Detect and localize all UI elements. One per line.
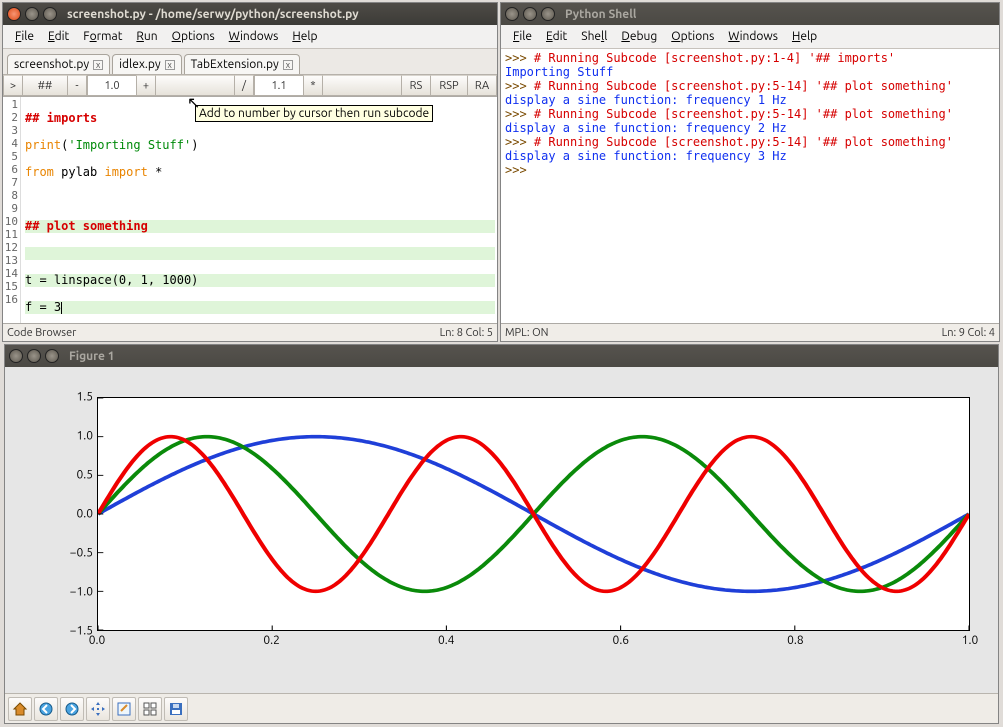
spacer bbox=[322, 75, 402, 96]
menu-help[interactable]: Help bbox=[786, 28, 823, 45]
rsp-button[interactable]: RSP bbox=[430, 75, 468, 96]
close-icon[interactable] bbox=[505, 7, 519, 21]
tab-screenshot[interactable]: screenshot.pyx bbox=[7, 54, 110, 74]
maximize-icon[interactable] bbox=[45, 349, 59, 363]
pan-icon[interactable] bbox=[86, 697, 110, 721]
back-icon[interactable] bbox=[34, 697, 58, 721]
tab-close-icon[interactable]: x bbox=[93, 60, 103, 70]
menu-shell[interactable]: Shell bbox=[575, 28, 613, 45]
code-editor[interactable]: 12345678910111213141516 ## imports print… bbox=[3, 97, 497, 323]
menu-debug[interactable]: Debug bbox=[615, 28, 663, 45]
tab-tabextension[interactable]: TabExtension.pyx bbox=[184, 54, 300, 74]
code-area[interactable]: ## imports print('Importing Stuff') from… bbox=[21, 97, 497, 323]
menu-options[interactable]: Options bbox=[166, 28, 221, 45]
hash-button[interactable]: ## bbox=[22, 75, 68, 96]
editor-menubar: File Edit Format Run Options Windows Hel… bbox=[3, 25, 497, 49]
save-icon[interactable] bbox=[164, 697, 188, 721]
minimize-icon[interactable] bbox=[523, 7, 537, 21]
mouse-cursor-icon: ↖ bbox=[187, 93, 200, 112]
menu-file[interactable]: File bbox=[507, 28, 538, 45]
subplots-icon[interactable] bbox=[138, 697, 162, 721]
editor-title: screenshot.py - /home/serwy/python/scree… bbox=[67, 8, 359, 21]
menu-file[interactable]: File bbox=[9, 28, 40, 45]
menu-options[interactable]: Options bbox=[665, 28, 720, 45]
figure-window: Figure 1 1.51.00.50.0−0.5−1.0−1.50.00.20… bbox=[4, 344, 999, 724]
figure-toolbar bbox=[5, 693, 998, 723]
menu-windows[interactable]: Windows bbox=[223, 28, 285, 45]
y-tick: −0.5 bbox=[57, 547, 93, 560]
x-tick: 0.0 bbox=[89, 634, 106, 647]
menu-run[interactable]: Run bbox=[130, 28, 163, 45]
shell-titlebar[interactable]: Python Shell bbox=[501, 3, 999, 25]
maximize-icon[interactable] bbox=[541, 7, 555, 21]
maximize-icon[interactable] bbox=[43, 7, 57, 21]
x-tick: 0.4 bbox=[438, 634, 455, 647]
step-input[interactable]: 1.1 bbox=[254, 75, 304, 96]
figure-title: Figure 1 bbox=[69, 350, 115, 363]
shell-statusbar: MPL: ON Ln: 9 Col: 4 bbox=[501, 323, 999, 341]
x-tick: 0.6 bbox=[613, 634, 630, 647]
y-tick: 1.5 bbox=[57, 391, 93, 404]
x-tick: 0.2 bbox=[263, 634, 280, 647]
menu-edit[interactable]: Edit bbox=[42, 28, 75, 45]
tab-close-icon[interactable]: x bbox=[165, 60, 175, 70]
shell-menubar: File Edit Shell Debug Options Windows He… bbox=[501, 25, 999, 49]
status-left: MPL: ON bbox=[505, 327, 549, 339]
y-tick: 0.5 bbox=[57, 469, 93, 482]
y-tick: −1.5 bbox=[57, 625, 93, 638]
status-right: Ln: 8 Col: 5 bbox=[440, 327, 493, 339]
editor-tabbar: screenshot.pyx idlex.pyx TabExtension.py… bbox=[3, 49, 497, 75]
menu-help[interactable]: Help bbox=[286, 28, 323, 45]
value-input[interactable]: 1.0 bbox=[87, 75, 137, 96]
decrement-button[interactable]: - bbox=[67, 75, 87, 96]
multiply-button[interactable]: * bbox=[303, 75, 323, 96]
tab-idlex[interactable]: idlex.pyx bbox=[112, 54, 182, 74]
shell-output[interactable]: >>> # Running Subcode [screenshot.py:1-4… bbox=[501, 49, 999, 323]
close-icon[interactable] bbox=[7, 7, 21, 21]
y-tick: 0.0 bbox=[57, 508, 93, 521]
editor-statusbar: Code Browser Ln: 8 Col: 5 bbox=[3, 323, 497, 341]
divide-button[interactable]: / bbox=[234, 75, 254, 96]
zoom-icon[interactable] bbox=[112, 697, 136, 721]
x-tick: 1.0 bbox=[962, 634, 979, 647]
home-icon[interactable] bbox=[8, 697, 32, 721]
close-icon[interactable] bbox=[9, 349, 23, 363]
plot-axes bbox=[97, 397, 970, 631]
status-left: Code Browser bbox=[7, 327, 76, 339]
forward-icon[interactable] bbox=[60, 697, 84, 721]
run-next-button[interactable]: > bbox=[3, 75, 23, 96]
y-tick: −1.0 bbox=[57, 586, 93, 599]
plot-canvas bbox=[98, 398, 969, 630]
y-tick: 1.0 bbox=[57, 430, 93, 443]
plot-area: 1.51.00.50.0−0.5−1.0−1.50.00.20.40.60.81… bbox=[5, 367, 998, 693]
line-gutter: 12345678910111213141516 bbox=[3, 97, 21, 323]
tooltip: Add to number by cursor then run subcode bbox=[195, 105, 433, 122]
editor-titlebar[interactable]: screenshot.py - /home/serwy/python/scree… bbox=[3, 3, 497, 25]
tab-close-icon[interactable]: x bbox=[283, 60, 293, 70]
ra-button[interactable]: RA bbox=[467, 75, 497, 96]
figure-titlebar[interactable]: Figure 1 bbox=[5, 345, 998, 367]
x-tick: 0.8 bbox=[787, 634, 804, 647]
minimize-icon[interactable] bbox=[25, 7, 39, 21]
menu-windows[interactable]: Windows bbox=[722, 28, 784, 45]
editor-window: screenshot.py - /home/serwy/python/scree… bbox=[2, 2, 498, 342]
menu-format[interactable]: Format bbox=[77, 28, 128, 45]
subcode-toolbar: > ## - 1.0 + / 1.1 * RS RSP RA bbox=[3, 75, 497, 97]
increment-button[interactable]: + bbox=[136, 75, 156, 96]
shell-title: Python Shell bbox=[565, 8, 636, 21]
status-right: Ln: 9 Col: 4 bbox=[942, 327, 995, 339]
minimize-icon[interactable] bbox=[27, 349, 41, 363]
rs-button[interactable]: RS bbox=[401, 75, 431, 96]
menu-edit[interactable]: Edit bbox=[540, 28, 573, 45]
shell-window: Python Shell File Edit Shell Debug Optio… bbox=[500, 2, 1000, 342]
